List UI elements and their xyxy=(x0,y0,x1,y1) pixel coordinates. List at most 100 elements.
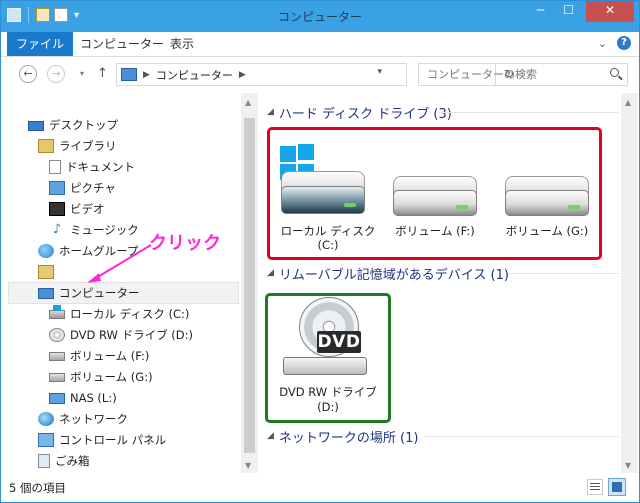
drive-tile-volume-g[interactable]: ボリューム (G:) xyxy=(497,138,597,258)
status-bar: 5 個の項目 xyxy=(1,473,639,502)
local-disk-icon xyxy=(281,186,365,214)
collapse-chevron-icon[interactable]: ◢ xyxy=(267,431,274,441)
ribbon-expand-chevron-icon[interactable]: ⌄ xyxy=(598,37,607,50)
nav-label: ライブラリ xyxy=(59,139,117,153)
library-icon xyxy=(38,139,54,153)
group-header-label: ハード ディスク ドライブ (3) xyxy=(278,106,452,122)
drive-label-line2: (C:) xyxy=(317,238,339,252)
group-header-label: リムーバブル記憶域があるデバイス (1) xyxy=(278,267,509,283)
drive-label: ボリューム (G:) xyxy=(497,224,597,238)
nav-label: ごみ箱 xyxy=(55,454,90,468)
pictures-icon xyxy=(49,181,65,195)
up-button[interactable]: ↑ xyxy=(97,66,108,81)
scroll-down-icon[interactable]: ▼ xyxy=(625,461,631,470)
nav-item-pictures[interactable]: ピクチャ xyxy=(49,178,116,198)
videos-icon xyxy=(49,202,65,216)
help-icon[interactable]: ? xyxy=(617,36,631,50)
nav-item-recycle-bin[interactable]: ごみ箱 xyxy=(38,451,90,471)
content-scrollbar[interactable]: ▲ ▼ xyxy=(621,93,638,473)
nav-item-documents[interactable]: ドキュメント xyxy=(49,157,135,177)
ribbon-right-controls: ⌄ ? xyxy=(598,36,631,50)
tab-computer[interactable]: コンピューター xyxy=(71,32,173,56)
nav-label: ボリューム (G:) xyxy=(70,370,153,384)
group-divider xyxy=(425,436,619,437)
recent-locations-chevron-icon[interactable]: ▾ xyxy=(80,69,84,78)
documents-icon xyxy=(49,160,61,174)
desktop-icon xyxy=(28,121,44,131)
nav-item-library[interactable]: ライブラリ xyxy=(38,136,117,156)
nav-item-user[interactable] xyxy=(38,262,59,282)
nav-item-videos[interactable]: ビデオ xyxy=(49,199,105,219)
explorer-window: ▾ コンピューター ─ ☐ ✕ ファイル コンピューター 表示 ⌄ ? ← → … xyxy=(0,0,640,503)
recycle-bin-icon xyxy=(38,454,50,468)
item-count: 5 個の項目 xyxy=(9,481,66,495)
nav-pane-scrollbar[interactable]: ▲ ▼ xyxy=(241,93,258,473)
nav-label: DVD RW ドライブ (D:) xyxy=(70,328,193,342)
nav-item-dvd-d[interactable]: DVD RW ドライブ (D:) xyxy=(49,325,193,345)
drive-icon xyxy=(393,190,477,216)
nav-item-local-disk-c[interactable]: ローカル ディスク (C:) xyxy=(49,304,189,324)
breadcrumb-computer[interactable]: コンピューター xyxy=(156,67,233,83)
breadcrumb-separator-icon[interactable]: ▶ xyxy=(239,70,246,80)
tab-file[interactable]: ファイル xyxy=(7,32,74,56)
nav-item-nas-l[interactable]: NAS (L:) xyxy=(49,388,117,408)
address-dropdown-icon[interactable]: ▾ xyxy=(377,67,382,77)
control-panel-icon xyxy=(38,433,54,447)
back-button[interactable]: ← xyxy=(19,65,37,83)
nav-label: デスクトップ xyxy=(49,118,118,132)
search-icon[interactable] xyxy=(610,68,619,77)
scroll-thumb[interactable] xyxy=(244,118,255,453)
forward-button[interactable]: → xyxy=(47,65,65,83)
network-drive-icon xyxy=(49,392,65,404)
close-button[interactable]: ✕ xyxy=(586,1,634,22)
drive-tile-local-disk-c[interactable]: ローカル ディスク (C:) xyxy=(273,138,383,258)
group-header-removable[interactable]: ◢ リムーバブル記憶域があるデバイス (1) xyxy=(267,263,509,283)
address-bar[interactable]: ▶ コンピューター ▶ ▾ ↻ xyxy=(116,63,514,86)
title-bar[interactable]: ▾ コンピューター ─ ☐ ✕ xyxy=(1,1,639,32)
user-folder-icon xyxy=(38,265,54,279)
minimize-button[interactable]: ─ xyxy=(527,1,554,22)
nav-item-network[interactable]: ネットワーク xyxy=(38,409,128,429)
homegroup-icon xyxy=(38,244,54,258)
scroll-down-icon[interactable]: ▼ xyxy=(245,461,251,470)
nav-item-control-panel[interactable]: コントロール パネル xyxy=(38,430,166,450)
drive-label: DVD RW ドライブ (D:) xyxy=(269,385,387,415)
breadcrumb-separator-icon[interactable]: ▶ xyxy=(143,70,150,80)
drive-tile-volume-f[interactable]: ボリューム (F:) xyxy=(385,138,485,258)
computer-icon xyxy=(38,287,54,299)
annotation-click-label: クリック xyxy=(149,233,221,254)
collapse-chevron-icon[interactable]: ◢ xyxy=(267,107,274,117)
nav-label: ローカル ディスク (C:) xyxy=(70,307,190,321)
scroll-up-icon[interactable]: ▲ xyxy=(625,98,631,107)
group-divider xyxy=(509,273,619,274)
computer-icon xyxy=(121,68,137,81)
large-icons-view-icon[interactable] xyxy=(608,478,626,496)
ribbon-tabs: ファイル コンピューター 表示 ⌄ ? xyxy=(1,32,639,57)
scroll-up-icon[interactable]: ▲ xyxy=(245,98,251,107)
drive-icon xyxy=(505,190,589,216)
nav-label: ピクチャ xyxy=(70,181,116,195)
annotation-arrow-icon xyxy=(87,244,152,283)
local-disk-icon xyxy=(49,304,65,319)
group-header-network-locations[interactable]: ◢ ネットワークの場所 (1) xyxy=(267,426,418,446)
content-pane: ◢ ハード ディスク ドライブ (3) ローカル ディスク (C:) ボリューム… xyxy=(259,93,639,473)
tab-view[interactable]: 表示 xyxy=(161,32,203,56)
group-header-label: ネットワークの場所 (1) xyxy=(278,430,419,446)
drive-tile-dvd-d[interactable]: DVD DVD RW ドライブ (D:) xyxy=(269,295,387,421)
search-input[interactable]: コンピューターの検索 xyxy=(418,63,628,86)
nav-item-volume-f[interactable]: ボリューム (F:) xyxy=(49,346,149,366)
drive-label-line1: ローカル ディスク xyxy=(280,224,376,238)
details-view-icon[interactable] xyxy=(587,479,603,495)
nav-item-volume-g[interactable]: ボリューム (G:) xyxy=(49,367,153,387)
nav-label: ビデオ xyxy=(70,202,105,216)
nav-label: コントロール パネル xyxy=(59,433,167,447)
search-placeholder: コンピューターの検索 xyxy=(427,68,537,81)
nav-item-desktop[interactable]: デスクトップ xyxy=(28,115,118,135)
collapse-chevron-icon[interactable]: ◢ xyxy=(267,268,274,278)
group-header-hard-disks[interactable]: ◢ ハード ディスク ドライブ (3) xyxy=(267,102,452,122)
maximize-button[interactable]: ☐ xyxy=(555,1,582,22)
dvd-logo: DVD xyxy=(317,331,361,353)
music-icon: ♪ xyxy=(52,222,62,237)
drive-label-line1: ボリューム (G:) xyxy=(505,224,589,238)
network-icon xyxy=(38,412,54,426)
